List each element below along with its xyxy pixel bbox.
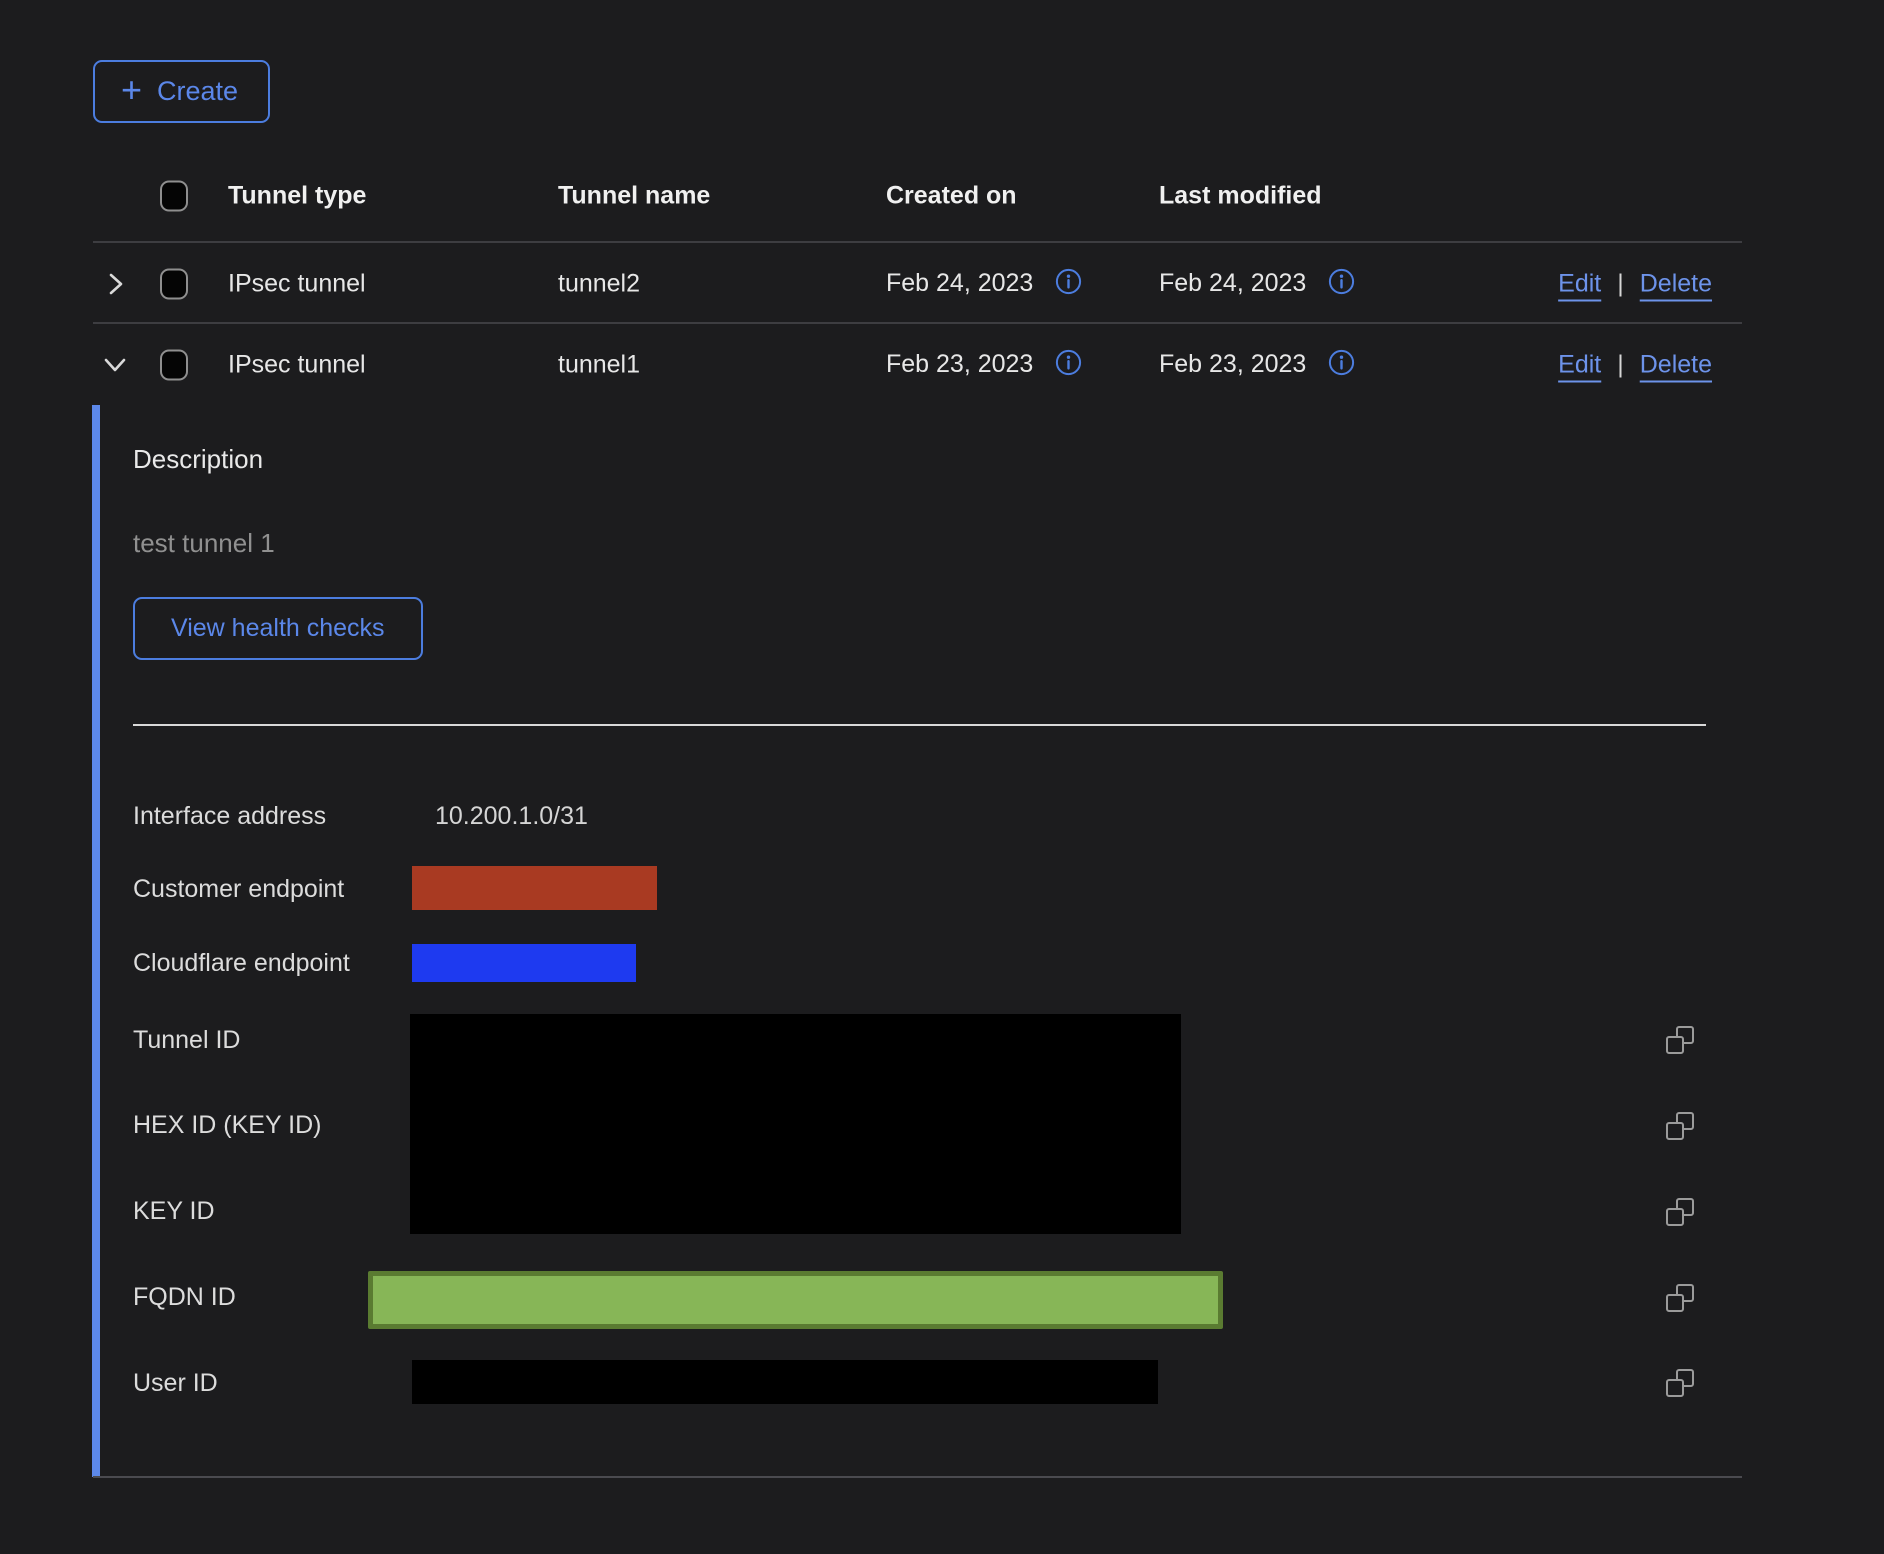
copy-icon	[1666, 1036, 1684, 1054]
row-actions: Edit | Delete	[1558, 269, 1712, 298]
copy-icon	[1666, 1122, 1684, 1140]
info-icon[interactable]	[1055, 349, 1082, 381]
last-modified-cell: Feb 24, 2023	[1159, 268, 1355, 300]
create-button-label: Create	[157, 76, 238, 107]
table-row: IPsec tunnel tunnel2 Feb 24, 2023 Feb 24…	[0, 243, 1884, 324]
ids-redacted-value-block	[410, 1014, 1181, 1234]
copy-hex-id-icon[interactable]	[1666, 1112, 1694, 1140]
column-header-tunnel-name: Tunnel name	[558, 182, 710, 211]
copy-key-id-icon[interactable]	[1666, 1198, 1694, 1226]
table-header: Tunnel type Tunnel name Created on Last …	[0, 150, 1884, 242]
tunnel-type-cell: IPsec tunnel	[228, 350, 366, 379]
column-header-last-modified: Last modified	[1159, 182, 1322, 211]
key-id-label: KEY ID	[133, 1196, 215, 1226]
copy-icon	[1666, 1208, 1684, 1226]
created-on-value: Feb 23, 2023	[886, 350, 1033, 379]
tunnel-type-cell: IPsec tunnel	[228, 269, 366, 298]
last-modified-value: Feb 23, 2023	[1159, 350, 1306, 379]
copy-icon	[1666, 1379, 1684, 1397]
delete-link[interactable]: Delete	[1640, 269, 1712, 298]
table-row: IPsec tunnel tunnel1 Feb 23, 2023 Feb 23…	[0, 324, 1884, 405]
interface-address-value: 10.200.1.0/31	[435, 801, 588, 831]
action-separator: |	[1617, 350, 1624, 379]
row-checkbox[interactable]	[160, 349, 188, 380]
copy-icon	[1666, 1294, 1684, 1312]
action-separator: |	[1617, 269, 1624, 298]
row-checkbox[interactable]	[160, 268, 188, 299]
last-modified-cell: Feb 23, 2023	[1159, 349, 1355, 381]
info-icon[interactable]	[1328, 349, 1355, 381]
delete-link[interactable]: Delete	[1640, 350, 1712, 379]
chevron-down-icon[interactable]	[100, 350, 130, 380]
column-header-created-on: Created on	[886, 182, 1017, 211]
last-modified-value: Feb 24, 2023	[1159, 269, 1306, 298]
created-on-cell: Feb 23, 2023	[886, 349, 1082, 381]
expanded-row-indicator-bar	[92, 405, 100, 1477]
info-icon[interactable]	[1328, 268, 1355, 300]
interface-address-label: Interface address	[133, 801, 326, 831]
view-health-checks-button[interactable]: View health checks	[133, 597, 423, 660]
section-divider	[133, 724, 1706, 726]
copy-tunnel-id-icon[interactable]	[1666, 1026, 1694, 1054]
cloudflare-endpoint-redacted-value	[412, 944, 636, 982]
customer-endpoint-redacted-value	[412, 866, 657, 910]
row-actions: Edit | Delete	[1558, 350, 1712, 379]
user-id-redacted-value	[412, 1360, 1158, 1404]
copy-user-id-icon[interactable]	[1666, 1369, 1694, 1397]
fqdn-id-redacted-value	[368, 1271, 1223, 1329]
create-button[interactable]: + Create	[93, 60, 270, 123]
plus-icon: +	[121, 72, 142, 108]
hex-id-label: HEX ID (KEY ID)	[133, 1110, 321, 1140]
created-on-cell: Feb 24, 2023	[886, 268, 1082, 300]
table-bottom-divider	[93, 1476, 1742, 1478]
description-label: Description	[133, 444, 263, 475]
cloudflare-endpoint-label: Cloudflare endpoint	[133, 948, 350, 978]
column-header-tunnel-type: Tunnel type	[228, 182, 366, 211]
tunnel-id-label: Tunnel ID	[133, 1025, 240, 1055]
created-on-value: Feb 24, 2023	[886, 269, 1033, 298]
copy-fqdn-id-icon[interactable]	[1666, 1284, 1694, 1312]
user-id-label: User ID	[133, 1368, 218, 1398]
tunnel-name-cell: tunnel1	[558, 350, 640, 379]
chevron-right-icon[interactable]	[100, 269, 130, 299]
edit-link[interactable]: Edit	[1558, 269, 1601, 298]
tunnel-name-cell: tunnel2	[558, 269, 640, 298]
select-all-checkbox[interactable]	[160, 181, 188, 212]
customer-endpoint-label: Customer endpoint	[133, 874, 344, 904]
fqdn-id-label: FQDN ID	[133, 1282, 236, 1312]
edit-link[interactable]: Edit	[1558, 350, 1601, 379]
tunnels-page: + Create Tunnel type Tunnel name Created…	[0, 0, 1884, 1554]
description-value: test tunnel 1	[133, 528, 275, 559]
info-icon[interactable]	[1055, 268, 1082, 300]
